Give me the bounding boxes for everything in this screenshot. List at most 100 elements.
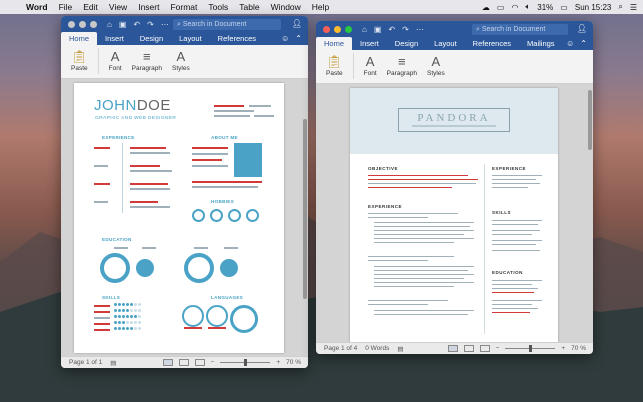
more-icon[interactable]: ⋯ <box>416 25 424 34</box>
share-user-icon[interactable]: 👤︎ <box>577 24 587 33</box>
menu-app-word[interactable]: Word <box>26 2 48 12</box>
notification-center-icon[interactable]: ☰ <box>630 3 637 12</box>
close-button[interactable] <box>68 20 75 28</box>
menu-edit[interactable]: Edit <box>83 2 98 12</box>
zoom-in-icon[interactable]: + <box>276 359 280 366</box>
vertical-scrollbar[interactable] <box>588 90 592 150</box>
zoom-level[interactable]: 70 % <box>571 345 586 352</box>
search-input[interactable]: ⌕ Search in Document <box>173 19 281 30</box>
page-count[interactable]: Page 1 of 1 <box>69 359 102 366</box>
zoom-slider[interactable] <box>220 359 271 366</box>
print-layout-view-button[interactable] <box>447 345 458 352</box>
web-layout-view-button[interactable] <box>178 359 189 366</box>
experience-line <box>374 230 474 232</box>
font-button[interactable]: A Font <box>364 53 377 77</box>
section-objective: OBJECTIVE <box>368 166 399 171</box>
collapse-ribbon-icon[interactable]: ⌃ <box>295 32 302 45</box>
zoom-in-icon[interactable]: + <box>561 345 565 352</box>
smiley-feedback-icon[interactable]: ☺ <box>281 32 289 45</box>
tab-design[interactable]: Design <box>387 37 426 50</box>
cloud-icon[interactable]: ☁ <box>482 3 490 12</box>
page-count[interactable]: Page 1 of 4 <box>324 345 357 352</box>
tab-layout[interactable]: Layout <box>171 32 210 45</box>
tab-references[interactable]: References <box>465 37 519 50</box>
zoom-slider-thumb[interactable] <box>529 345 533 352</box>
outline-view-button[interactable] <box>194 359 205 366</box>
menu-help[interactable]: Help <box>312 2 329 12</box>
tab-mailings[interactable]: Mailings <box>519 37 563 50</box>
paragraph-button[interactable]: ≡ Paragraph <box>387 53 417 77</box>
search-placeholder: Search in Document <box>481 26 546 33</box>
tab-home[interactable]: Home <box>61 32 98 45</box>
undo-icon[interactable]: ↶ <box>133 20 140 29</box>
share-user-icon[interactable]: 👤︎ <box>292 19 302 28</box>
zoom-out-icon[interactable]: − <box>496 345 500 352</box>
battery-percent[interactable]: 31% <box>537 3 553 12</box>
undo-icon[interactable]: ↶ <box>388 25 395 34</box>
save-icon[interactable]: ▣ <box>119 20 127 29</box>
menu-format[interactable]: Format <box>170 2 197 12</box>
ribbon-divider <box>352 53 354 79</box>
outline-view-button[interactable] <box>479 345 490 352</box>
volume-icon[interactable]: 🔈︎ <box>525 2 530 12</box>
wifi-icon[interactable]: ◠ <box>511 3 518 12</box>
home-icon[interactable]: ⌂ <box>107 20 112 29</box>
clock[interactable]: Sun 15:23 <box>575 3 611 12</box>
word-count[interactable]: 0 Words <box>365 345 389 352</box>
zoom-slider[interactable] <box>505 345 556 352</box>
tab-insert[interactable]: Insert <box>352 37 387 50</box>
close-button[interactable] <box>323 25 330 33</box>
contact-line <box>214 110 254 112</box>
paragraph-button[interactable]: ≡ Paragraph <box>132 48 162 72</box>
section-experience: EXPERIENCE <box>102 135 135 140</box>
experience-line <box>368 304 428 306</box>
document-canvas[interactable]: PANDORA OBJECTIVE EXPERIENCE EXPERIENCE … <box>316 84 593 342</box>
collapse-ribbon-icon[interactable]: ⌃ <box>580 37 587 50</box>
web-layout-view-button[interactable] <box>463 345 474 352</box>
menu-window[interactable]: Window <box>271 2 301 12</box>
hobby-icon <box>246 209 259 222</box>
paste-button[interactable]: 📋︎ Paste <box>326 53 343 78</box>
styles-button[interactable]: A Styles <box>427 53 445 77</box>
battery-icon[interactable]: ▭ <box>560 3 568 12</box>
more-icon[interactable]: ⋯ <box>161 20 169 29</box>
tab-references[interactable]: References <box>210 32 264 45</box>
redo-icon[interactable]: ↷ <box>402 25 409 34</box>
proofing-icon[interactable]: ▤ <box>110 359 116 367</box>
proofing-icon[interactable]: ▤ <box>397 345 403 353</box>
menu-tools[interactable]: Tools <box>208 2 228 12</box>
smiley-feedback-icon[interactable]: ☺ <box>566 37 574 50</box>
zoom-button[interactable] <box>345 25 352 33</box>
document-canvas[interactable]: JOHNDOE GRAPHIC AND WEB DESIGNER EXPERIE… <box>61 79 308 356</box>
paste-button[interactable]: 📋︎ Paste <box>71 48 88 73</box>
zoom-button[interactable] <box>90 20 97 28</box>
menu-file[interactable]: File <box>59 2 73 12</box>
vertical-scrollbar[interactable] <box>303 119 307 299</box>
font-button[interactable]: A Font <box>109 48 122 72</box>
save-icon[interactable]: ▣ <box>374 25 382 34</box>
airplay-icon[interactable]: ▭ <box>497 3 505 12</box>
minimize-button[interactable] <box>334 25 341 33</box>
contact-line <box>214 115 250 117</box>
menu-table[interactable]: Table <box>239 2 259 12</box>
tab-home[interactable]: Home <box>316 37 353 50</box>
tab-design[interactable]: Design <box>132 32 171 45</box>
zoom-slider-thumb[interactable] <box>244 359 248 366</box>
minimize-button[interactable] <box>79 20 86 28</box>
tab-layout[interactable]: Layout <box>426 37 465 50</box>
resume-page[interactable]: PANDORA OBJECTIVE EXPERIENCE EXPERIENCE … <box>350 88 558 342</box>
redo-icon[interactable]: ↷ <box>147 20 154 29</box>
menu-insert[interactable]: Insert <box>138 2 159 12</box>
edu-label-line <box>114 247 128 249</box>
resume-page[interactable]: JOHNDOE GRAPHIC AND WEB DESIGNER EXPERIE… <box>74 83 284 353</box>
spotlight-search-icon[interactable]: ⌕ <box>618 2 622 12</box>
home-icon[interactable]: ⌂ <box>362 25 367 34</box>
menu-view[interactable]: View <box>109 2 127 12</box>
tab-insert[interactable]: Insert <box>97 32 132 45</box>
zoom-level[interactable]: 70 % <box>286 359 301 366</box>
zoom-out-icon[interactable]: − <box>211 359 215 366</box>
experience-line <box>368 217 428 219</box>
styles-button[interactable]: A Styles <box>172 48 190 72</box>
search-input[interactable]: ⌕ Search in Document <box>472 24 568 35</box>
print-layout-view-button[interactable] <box>162 359 173 366</box>
